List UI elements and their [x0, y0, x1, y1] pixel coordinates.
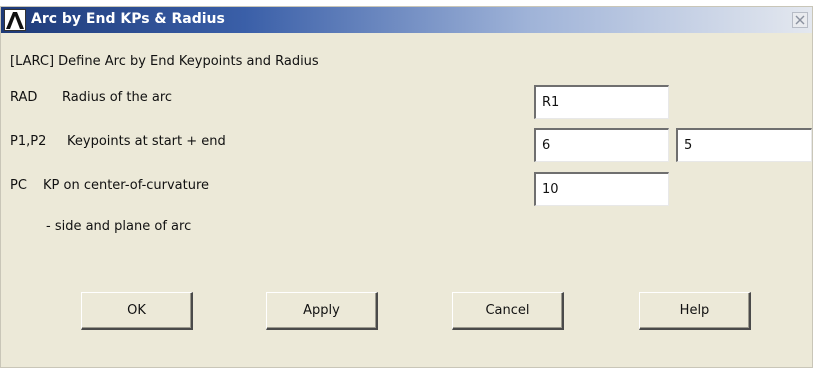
ansys-logo-icon: [4, 9, 26, 31]
p1-input[interactable]: 6: [534, 128, 669, 162]
command-description: [LARC] Define Arc by End Keypoints and R…: [10, 54, 319, 69]
pc-note: - side and plane of arc: [46, 219, 192, 234]
pc-row-label: PC KP on center-of-curvature: [10, 178, 209, 193]
title-bar[interactable]: Arc by End KPs & Radius: [1, 7, 812, 33]
close-icon[interactable]: [792, 12, 808, 28]
pc-label: KP on center-of-curvature: [43, 178, 210, 193]
cancel-button[interactable]: Cancel: [452, 292, 564, 330]
window-title: Arc by End KPs & Radius: [31, 11, 225, 27]
rad-label: Radius of the arc: [62, 90, 173, 105]
p2-input[interactable]: 5: [676, 128, 812, 162]
apply-button[interactable]: Apply: [266, 292, 378, 330]
p1p2-label: Keypoints at start + end: [67, 134, 226, 149]
rad-input[interactable]: R1: [534, 85, 669, 119]
pc-input[interactable]: 10: [534, 172, 669, 206]
help-button[interactable]: Help: [639, 292, 751, 330]
ok-button[interactable]: OK: [81, 292, 193, 330]
p1p2-key: P1,P2: [10, 134, 47, 149]
dialog-window: Arc by End KPs & Radius [LARC] Define Ar…: [0, 6, 813, 368]
rad-row-label: RAD Radius of the arc: [10, 90, 172, 105]
rad-key: RAD: [10, 90, 38, 105]
pc-key: PC: [10, 178, 27, 193]
p1p2-row-label: P1,P2 Keypoints at start + end: [10, 134, 226, 149]
